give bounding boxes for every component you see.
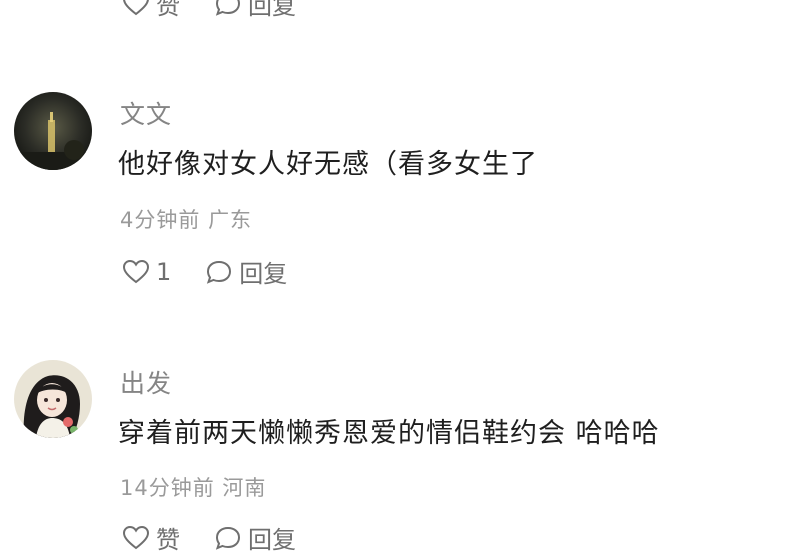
comment-location: 广东	[208, 208, 253, 232]
avatar[interactable]	[14, 360, 92, 438]
like-button[interactable]: 赞	[122, 0, 180, 21]
heart-icon	[122, 259, 150, 285]
reply-button[interactable]: 回复	[214, 0, 296, 21]
comment-meta: 4分钟前 广东	[120, 204, 252, 234]
comment-time: 14分钟前	[120, 476, 215, 500]
speech-bubble-icon	[205, 259, 233, 285]
like-button[interactable]: 1	[122, 258, 171, 286]
reply-label: 回复	[248, 526, 296, 554]
comment-username[interactable]: 出发	[120, 364, 172, 400]
avatar[interactable]	[14, 92, 92, 170]
like-label: 赞	[156, 0, 180, 20]
comment-content: 他好像对女人好无感（看多女生了	[118, 149, 538, 180]
anime-girl-avatar-icon	[14, 360, 92, 438]
comment-time: 4分钟前	[120, 208, 201, 232]
night-tower-avatar-icon	[14, 92, 92, 170]
comment-actions: 1 回复	[122, 254, 321, 289]
comment-actions: 赞 回复	[122, 520, 330, 555]
heart-icon	[122, 525, 150, 551]
speech-bubble-icon	[214, 525, 242, 551]
speech-bubble-icon	[214, 0, 242, 17]
comment-content: 穿着前两天懒懒秀恩爱的情侣鞋约会 哈哈哈	[118, 418, 660, 449]
like-count: 1	[156, 257, 172, 286]
heart-icon	[122, 0, 150, 17]
reply-button[interactable]: 回复	[214, 520, 296, 555]
top-comment-actions: 赞 回复	[122, 0, 330, 21]
comment-meta: 14分钟前 河南	[120, 472, 266, 502]
comment-username[interactable]: 文文	[120, 95, 172, 131]
like-button[interactable]: 赞	[122, 520, 180, 555]
like-label: 赞	[156, 526, 180, 554]
comment-location: 河南	[222, 476, 267, 500]
reply-button[interactable]: 回复	[205, 254, 287, 289]
reply-label: 回复	[248, 0, 296, 20]
reply-label: 回复	[239, 260, 288, 288]
